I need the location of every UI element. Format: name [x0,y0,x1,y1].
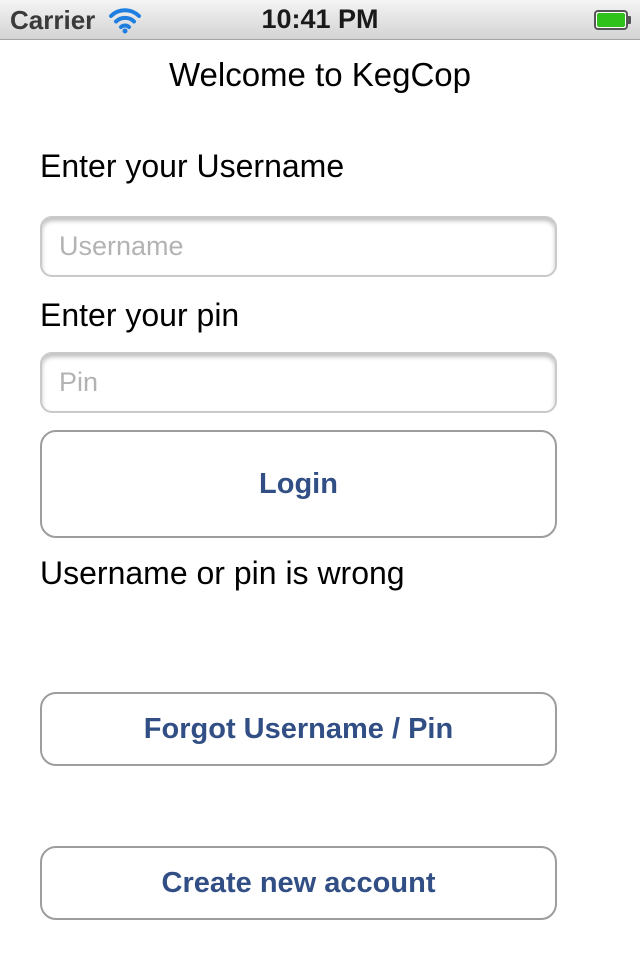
status-time: 10:41 PM [261,4,379,34]
username-label: Enter your Username [40,148,345,184]
create-account-button[interactable]: Create new account [40,846,557,920]
page-title: Welcome to KegCop [168,56,472,93]
battery-icon [594,10,631,30]
forgot-username-pin-button[interactable]: Forgot Username / Pin [40,692,557,766]
pin-label: Enter your pin [40,297,240,333]
login-button[interactable]: Login [40,430,557,538]
pin-field-container [40,352,557,413]
login-screen: Carrier 10:41 PM Welcome to KegCop Enter… [0,0,640,960]
status-bar: Carrier 10:41 PM [0,0,640,40]
error-message: Username or pin is wrong [40,555,405,591]
username-input[interactable] [42,218,555,275]
username-field-container [40,216,557,277]
pin-input[interactable] [42,354,555,411]
